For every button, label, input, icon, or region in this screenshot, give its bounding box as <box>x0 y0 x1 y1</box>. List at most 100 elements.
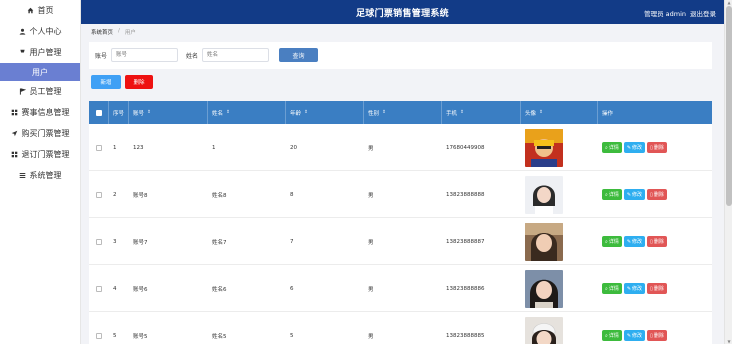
remove-label: 删除 <box>653 192 664 198</box>
detail-button[interactable]: ⌕ 详情 <box>602 189 622 200</box>
row-select-cell <box>89 265 109 312</box>
avatar <box>525 269 563 308</box>
sort-icon[interactable]: ⇕ <box>147 110 151 115</box>
header-age-label: 年龄 <box>290 110 302 117</box>
cell-phone: 13823888888 <box>446 191 485 198</box>
table-header: 序号 账号 ⇕ 姓名 ⇕ 年龄 ⇕ 性别 ⇕ 手机 ⇕ 头像 ⇕ 操作 <box>89 101 712 124</box>
trash-icon: ▯ <box>650 285 653 292</box>
account-search-input[interactable] <box>111 48 179 62</box>
header-name[interactable]: 姓名 ⇕ <box>208 101 286 124</box>
edit-label: 修改 <box>632 239 643 245</box>
search-panel: 账号 姓名 查询 <box>89 42 712 69</box>
sidebar-item-label: 赛事信息管理 <box>21 108 70 117</box>
select-all-checkbox[interactable] <box>95 109 102 116</box>
cell-age: 6 <box>290 285 294 292</box>
header-index: 序号 <box>109 101 129 124</box>
cell-account: 账号7 <box>133 239 148 246</box>
detail-button[interactable]: ⌕ 详情 <box>602 236 622 247</box>
sidebar-item-buy-tickets[interactable]: 购买门票管理 <box>0 123 80 144</box>
sidebar-item-system[interactable]: 系统管理 <box>0 165 80 186</box>
breadcrumb-home[interactable]: 系统首页 <box>91 28 113 36</box>
breadcrumb: 系统首页 / 用户 <box>91 28 136 36</box>
sort-icon[interactable]: ⇕ <box>226 110 230 115</box>
table-row: 3 账号7 姓名7 7 男 13823888887 ⌕ 详情 ✎ 修改 ▯ 删除 <box>89 218 712 265</box>
header-gender-label: 性别 <box>368 110 380 117</box>
cell-name: 姓名6 <box>212 286 227 293</box>
header-avatar[interactable]: 头像 ⇕ <box>521 101 598 124</box>
table-row: 4 账号6 姓名6 6 男 13823888886 ⌕ 详情 ✎ 修改 ▯ 删除 <box>89 265 712 312</box>
header-name-label: 姓名 <box>212 110 224 117</box>
sort-icon[interactable]: ⇕ <box>382 110 386 115</box>
sidebar-item-home[interactable]: 首页 <box>0 0 80 21</box>
cell-gender: 男 <box>368 239 374 246</box>
sort-icon[interactable]: ⇕ <box>304 110 308 115</box>
sidebar-item-match-info[interactable]: 赛事信息管理 <box>0 102 80 123</box>
sort-icon[interactable]: ⇕ <box>539 110 543 115</box>
edit-button[interactable]: ✎ 修改 <box>623 189 646 200</box>
sidebar: 首页 个人中心 用户管理 用户 员工管理 赛事信息管理 购买门票管理 退订门票管… <box>0 0 81 344</box>
detail-button[interactable]: ⌕ 详情 <box>602 142 622 153</box>
delete-row-button[interactable]: ▯ 删除 <box>647 330 667 341</box>
row-checkbox[interactable] <box>96 285 102 292</box>
sort-icon[interactable]: ⇕ <box>460 110 464 115</box>
sidebar-item-label: 购买门票管理 <box>21 129 70 138</box>
delete-row-button[interactable]: ▯ 删除 <box>647 283 667 294</box>
delete-row-button[interactable]: ▯ 删除 <box>647 142 667 153</box>
edit-button[interactable]: ✎ 修改 <box>623 330 646 341</box>
header-phone[interactable]: 手机 ⇕ <box>442 101 521 124</box>
row-checkbox[interactable] <box>96 191 102 198</box>
query-button[interactable]: 查询 <box>279 48 319 62</box>
edit-icon: ✎ <box>626 238 632 245</box>
header-gender[interactable]: 性别 ⇕ <box>364 101 442 124</box>
sidebar-item-label: 系统管理 <box>29 171 62 180</box>
row-checkbox[interactable] <box>96 332 102 339</box>
sidebar-item-staff-management[interactable]: 员工管理 <box>0 81 80 102</box>
scroll-down-icon[interactable]: ▼ <box>726 339 732 344</box>
sidebar-item-users[interactable]: 用户 <box>0 63 80 81</box>
page-scrollbar[interactable]: ▲ ▼ <box>724 0 732 344</box>
sidebar-item-refund-tickets[interactable]: 退订门票管理 <box>0 144 80 165</box>
user-table: 序号 账号 ⇕ 姓名 ⇕ 年龄 ⇕ 性别 ⇕ 手机 ⇕ 头像 ⇕ 操作 1 12… <box>89 101 712 344</box>
cell-index: 5 <box>113 332 117 339</box>
search-icon: ⌕ <box>605 238 608 245</box>
row-checkbox[interactable] <box>96 144 102 151</box>
cell-age: 7 <box>290 238 294 245</box>
cell-gender: 男 <box>368 333 374 340</box>
scrollbar-thumb[interactable] <box>726 6 732 206</box>
edit-button[interactable]: ✎ 修改 <box>623 142 646 153</box>
detail-button[interactable]: ⌕ 详情 <box>602 330 622 341</box>
account-label: 账号 <box>95 52 108 60</box>
name-search-input[interactable] <box>202 48 270 62</box>
delete-row-button[interactable]: ▯ 删除 <box>647 189 667 200</box>
header-account[interactable]: 账号 ⇕ <box>129 101 208 124</box>
cell-phone: 13823888887 <box>446 238 485 245</box>
cell-age: 8 <box>290 191 294 198</box>
row-actions: ⌕ 详情 ✎ 修改 ▯ 删除 <box>602 189 667 200</box>
scroll-up-icon[interactable]: ▲ <box>726 0 732 5</box>
cell-age: 5 <box>290 332 294 339</box>
header-index-label: 序号 <box>113 110 125 117</box>
logout-link[interactable]: 退出登录 <box>690 8 716 18</box>
edit-icon: ✎ <box>626 285 632 292</box>
add-button[interactable]: 新增 <box>91 75 121 89</box>
edit-button[interactable]: ✎ 修改 <box>623 283 646 294</box>
delete-row-button[interactable]: ▯ 删除 <box>647 236 667 247</box>
pin-icon <box>19 49 26 56</box>
sidebar-item-profile[interactable]: 个人中心 <box>0 21 80 42</box>
remove-label: 删除 <box>653 333 664 339</box>
edit-button[interactable]: ✎ 修改 <box>623 236 646 247</box>
row-checkbox[interactable] <box>96 238 102 245</box>
cell-ops: ⌕ 详情 ✎ 修改 ▯ 删除 <box>598 218 712 265</box>
sidebar-item-user-management[interactable]: 用户管理 <box>0 42 80 63</box>
table-row: 1 123 1 20 男 17680449908 ⌕ 详情 ✎ 修改 ▯ 删除 <box>89 124 712 171</box>
edit-label: 修改 <box>632 333 643 339</box>
detail-button[interactable]: ⌕ 详情 <box>602 283 622 294</box>
batch-delete-button[interactable]: 删除 <box>125 75 153 89</box>
sidebar-item-label: 员工管理 <box>29 87 62 96</box>
cell-ops: ⌕ 详情 ✎ 修改 ▯ 删除 <box>598 171 712 218</box>
cell-phone: 13823888886 <box>446 285 485 292</box>
cell-account: 账号5 <box>133 333 148 340</box>
header-phone-label: 手机 <box>446 110 458 117</box>
header-age[interactable]: 年龄 ⇕ <box>286 101 364 124</box>
select-all-cell <box>89 101 109 124</box>
